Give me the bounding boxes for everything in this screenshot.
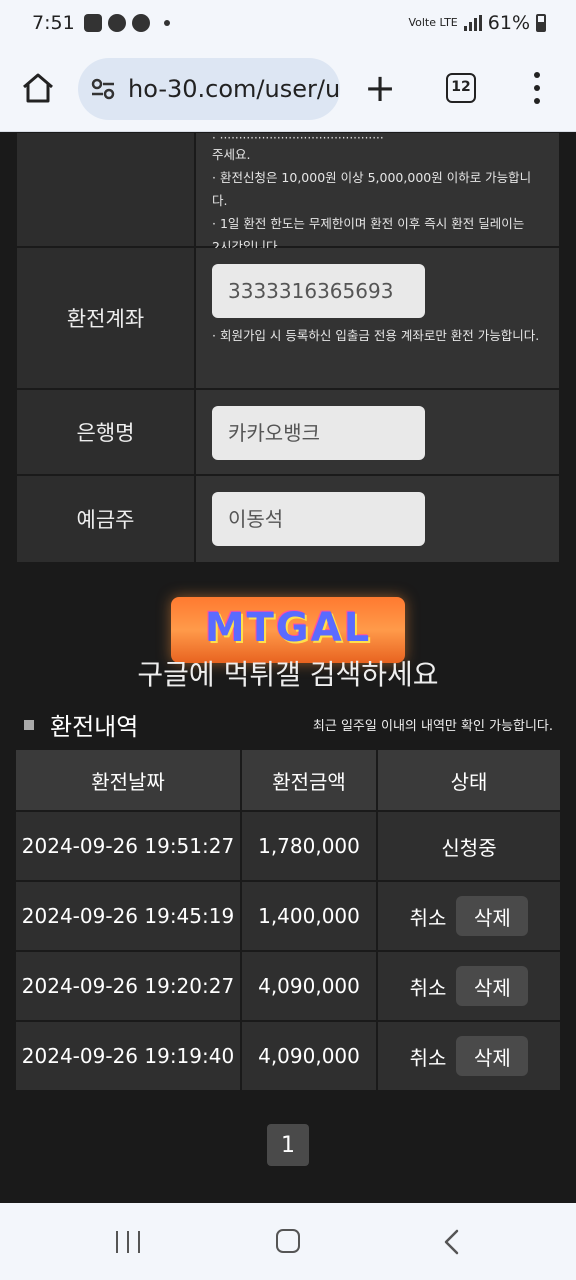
signal-icon — [463, 15, 482, 31]
row-date: 2024-09-26 19:51:27 — [16, 812, 242, 880]
address-bar[interactable]: ho-30.com/user/u — [78, 58, 340, 120]
history-table: 환전날짜 환전금액 상태 2024-09-26 19:51:27 1,780,0… — [16, 750, 560, 1092]
page-button-1[interactable]: 1 — [267, 1124, 309, 1166]
note-line: · 1일 환전 한도는 무제한이며 환전 이후 즉시 환전 딜레이는 — [212, 216, 525, 231]
row-actions: 취소 삭제 — [378, 1022, 560, 1090]
delete-button[interactable]: 삭제 — [456, 966, 529, 1006]
battery-icon — [536, 14, 546, 32]
bank-input[interactable]: 카카오뱅크 — [212, 406, 425, 460]
delete-button[interactable]: 삭제 — [456, 1036, 529, 1076]
holder-label: 예금주 — [17, 476, 196, 562]
system-nav-bar — [0, 1203, 576, 1280]
form-row-bank: 은행명 카카오뱅크 — [17, 390, 559, 476]
table-row: 2024-09-26 19:20:27 4,090,000 취소 삭제 — [16, 952, 560, 1022]
battery-percent: 61% — [487, 12, 530, 34]
row-date: 2024-09-26 19:20:27 — [16, 952, 242, 1020]
banner-search-text: 구글에 먹튀갤 검색하세요 — [137, 658, 439, 691]
status-right: Volte LTE 61% — [408, 12, 546, 34]
bank-cell: 카카오뱅크 — [196, 390, 559, 474]
table-row: 2024-09-26 19:45:19 1,400,000 취소 삭제 — [16, 882, 560, 952]
row-status: 신청중 — [378, 812, 560, 880]
header-date: 환전날짜 — [16, 750, 242, 810]
row-amount: 1,400,000 — [242, 882, 378, 950]
row-date: 2024-09-26 19:19:40 — [16, 1022, 242, 1090]
form-notes-cell: · ······································… — [196, 133, 559, 254]
bullet-square-icon — [24, 719, 34, 730]
form-row-notes: · ······································… — [17, 133, 559, 254]
row-actions: 취소 삭제 — [378, 882, 560, 950]
network-indicator: Volte LTE — [408, 16, 458, 29]
row-amount: 1,780,000 — [242, 812, 378, 880]
cancel-button[interactable]: 취소 — [410, 902, 447, 931]
page-content: · ······································… — [0, 133, 576, 1203]
account-input[interactable]: 3333316365693 — [212, 264, 425, 318]
history-heading: 환전내역 — [24, 707, 138, 742]
cancel-button[interactable]: 취소 — [410, 1042, 447, 1071]
url-text: ho-30.com/user/u — [128, 75, 340, 103]
withdraw-form: · ······································… — [17, 133, 559, 562]
status-bar: 7:51 Volte LTE 61% — [0, 0, 576, 52]
tab-switcher-button[interactable]: 12 — [446, 73, 476, 103]
delete-button[interactable]: 삭제 — [456, 896, 529, 936]
row-amount: 4,090,000 — [242, 952, 378, 1020]
more-notifications-icon — [164, 20, 170, 26]
table-row: 2024-09-26 19:51:27 1,780,000 신청중 — [16, 812, 560, 882]
holder-cell: 이동석 — [196, 476, 559, 562]
row-amount: 4,090,000 — [242, 1022, 378, 1090]
history-note: 최근 일주일 이내의 내역만 확인 가능합니다. — [312, 719, 553, 734]
more-menu-icon[interactable] — [530, 72, 544, 104]
form-row-account: 환전계좌 3333316365693 · 회원가입 시 등록하신 입출금 전용 … — [17, 248, 559, 390]
back-icon[interactable] — [440, 1228, 464, 1256]
gallery-icon — [84, 14, 102, 32]
account-note: · 회원가입 시 등록하신 입출금 전용 계좌로만 환전 가능합니다. — [212, 328, 540, 343]
notification-icons — [84, 14, 170, 32]
new-tab-icon[interactable]: + — [364, 68, 396, 108]
bank-label: 은행명 — [17, 390, 196, 474]
form-notes: · ······································… — [212, 133, 543, 258]
talk-icon — [132, 14, 150, 32]
note-line: 주세요. — [212, 147, 251, 162]
recent-apps-icon[interactable] — [116, 1231, 140, 1253]
header-status: 상태 — [378, 750, 560, 810]
clipped-note-line: · ······································… — [212, 133, 384, 143]
browser-toolbar: ho-30.com/user/u + 12 — [0, 52, 576, 132]
account-cell: 3333316365693 · 회원가입 시 등록하신 입출금 전용 계좌로만 … — [196, 248, 559, 388]
table-header-row: 환전날짜 환전금액 상태 — [16, 750, 560, 812]
cancel-button[interactable]: 취소 — [410, 972, 447, 1001]
nav-home-icon[interactable] — [276, 1229, 300, 1253]
message-icon — [108, 14, 126, 32]
form-row-holder: 예금주 이동석 — [17, 476, 559, 562]
history-title: 환전내역 — [50, 713, 139, 741]
holder-input[interactable]: 이동석 — [212, 492, 425, 546]
table-row: 2024-09-26 19:19:40 4,090,000 취소 삭제 — [16, 1022, 560, 1092]
form-label-empty — [17, 133, 196, 246]
status-time: 7:51 — [32, 12, 75, 34]
note-line: · 환전신청은 10,000원 이상 5,000,000원 이하로 가능합니다. — [212, 170, 532, 208]
row-date: 2024-09-26 19:45:19 — [16, 882, 242, 950]
site-settings-icon[interactable] — [90, 77, 116, 101]
header-amount: 환전금액 — [242, 750, 378, 810]
account-label: 환전계좌 — [17, 248, 196, 388]
mtgal-logo: MTGAL — [204, 605, 372, 651]
row-actions: 취소 삭제 — [378, 952, 560, 1020]
home-icon[interactable] — [20, 70, 56, 106]
